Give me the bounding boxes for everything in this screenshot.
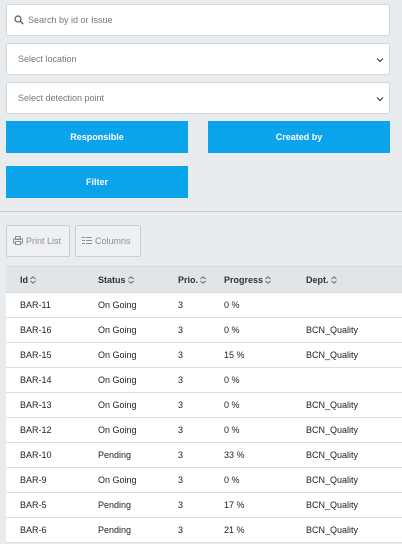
cell-prio: 3 (178, 450, 184, 460)
header-prio[interactable]: Prio. (178, 275, 206, 285)
search-placeholder: Search by id or Issue (28, 15, 113, 25)
cell-id: BAR-13 (20, 400, 52, 410)
table-row[interactable]: BAR-16 On Going 3 0 % BCN_Quality (6, 318, 402, 343)
chevron-down-icon (376, 95, 384, 105)
table-row[interactable]: BAR-12 On Going 3 0 % BCN_Quality (6, 418, 402, 443)
cell-status: Pending (98, 500, 132, 510)
table-row[interactable]: BAR-11 On Going 3 0 % (6, 293, 402, 318)
table-row[interactable]: BAR-9 On Going 3 0 % BCN_Quality (6, 468, 402, 493)
cell-progress: 21 % (224, 525, 245, 535)
cell-status: Pending (98, 525, 132, 535)
cell-progress: 0 % (224, 400, 240, 410)
header-id[interactable]: Id (20, 275, 36, 285)
cell-progress: 15 % (224, 350, 245, 360)
cell-status: Pending (98, 450, 132, 460)
cell-prio: 3 (178, 425, 184, 435)
columns-button[interactable]: Columns (75, 225, 141, 257)
created-by-button[interactable]: Created by (208, 121, 390, 153)
print-list-button[interactable]: Print List (6, 225, 70, 257)
columns-label: Columns (95, 236, 131, 246)
chevron-down-icon (376, 56, 384, 66)
cell-status: On Going (98, 375, 137, 385)
cell-prio: 3 (178, 500, 184, 510)
cell-prio: 3 (178, 400, 184, 410)
sort-icon (265, 276, 271, 284)
sort-icon (330, 276, 337, 284)
cell-dept: BCN_Quality (306, 500, 359, 510)
divider (0, 211, 402, 212)
table-header: Id Status Prio. Progress Dept. (6, 266, 402, 293)
cell-prio: 3 (178, 375, 184, 385)
cell-id: BAR-14 (20, 375, 52, 385)
cell-status: On Going (98, 400, 137, 410)
cell-progress: 33 % (224, 450, 245, 460)
cell-id: BAR-9 (20, 475, 47, 485)
search-input[interactable]: Search by id or Issue (6, 4, 390, 36)
columns-icon (82, 236, 92, 247)
print-list-label: Print List (26, 236, 62, 246)
cell-dept: BCN_Quality (306, 425, 359, 435)
sort-icon (30, 276, 36, 284)
cell-id: BAR-5 (20, 500, 47, 510)
cell-progress: 0 % (224, 475, 240, 485)
cell-status: On Going (98, 425, 137, 435)
cell-prio: 3 (178, 300, 184, 310)
cell-dept: BCN_Quality (306, 475, 359, 485)
cell-status: On Going (98, 475, 137, 485)
table-row[interactable]: BAR-14 On Going 3 0 % (6, 368, 402, 393)
cell-status: On Going (98, 325, 137, 335)
table-row[interactable]: BAR-13 On Going 3 0 % BCN_Quality (6, 393, 402, 418)
cell-id: BAR-6 (20, 525, 47, 535)
cell-dept: BCN_Quality (306, 525, 359, 535)
cell-progress: 0 % (224, 425, 240, 435)
cell-dept: BCN_Quality (306, 325, 359, 335)
cell-dept: BCN_Quality (306, 450, 359, 460)
issues-table: Id Status Prio. Progress Dept. BAR-11 On … (6, 266, 402, 543)
cell-id: BAR-10 (20, 450, 52, 460)
header-progress[interactable]: Progress (224, 275, 271, 285)
cell-id: BAR-11 (20, 300, 51, 310)
cell-prio: 3 (178, 325, 184, 335)
header-dept[interactable]: Dept. (306, 275, 337, 285)
header-status[interactable]: Status (98, 275, 134, 285)
cell-dept: BCN_Quality (306, 400, 359, 410)
cell-progress: 0 % (224, 300, 240, 310)
detection-point-select[interactable]: Select detection point (6, 82, 390, 114)
cell-dept: BCN_Quality (306, 350, 359, 360)
cell-id: BAR-12 (20, 425, 52, 435)
table-row[interactable]: BAR-10 Pending 3 33 % BCN_Quality (6, 443, 402, 468)
table-body: BAR-11 On Going 3 0 % BAR-16 On Going 3 0 % BCN_… (6, 293, 402, 543)
filter-button[interactable]: Filter (6, 166, 188, 198)
location-select[interactable]: Select location (6, 43, 390, 75)
printer-icon (13, 235, 23, 247)
responsible-button[interactable]: Responsible (6, 121, 188, 153)
cell-id: BAR-15 (20, 350, 52, 360)
cell-prio: 3 (178, 350, 184, 360)
detection-select-value: Select detection point (18, 93, 105, 103)
cell-progress: 0 % (224, 375, 240, 385)
cell-prio: 3 (178, 525, 184, 535)
location-select-value: Select location (18, 54, 77, 64)
cell-status: On Going (98, 300, 137, 310)
table-row[interactable]: BAR-15 On Going 3 15 % BCN_Quality (6, 343, 402, 368)
search-icon (14, 15, 24, 25)
sort-icon (127, 276, 134, 284)
cell-progress: 0 % (224, 325, 240, 335)
table-row[interactable]: BAR-5 Pending 3 17 % BCN_Quality (6, 493, 402, 518)
cell-prio: 3 (178, 475, 184, 485)
cell-id: BAR-16 (20, 325, 52, 335)
cell-progress: 17 % (224, 500, 245, 510)
table-row[interactable]: BAR-6 Pending 3 21 % BCN_Quality (6, 518, 402, 543)
sort-icon (200, 276, 206, 284)
cell-status: On Going (98, 350, 137, 360)
